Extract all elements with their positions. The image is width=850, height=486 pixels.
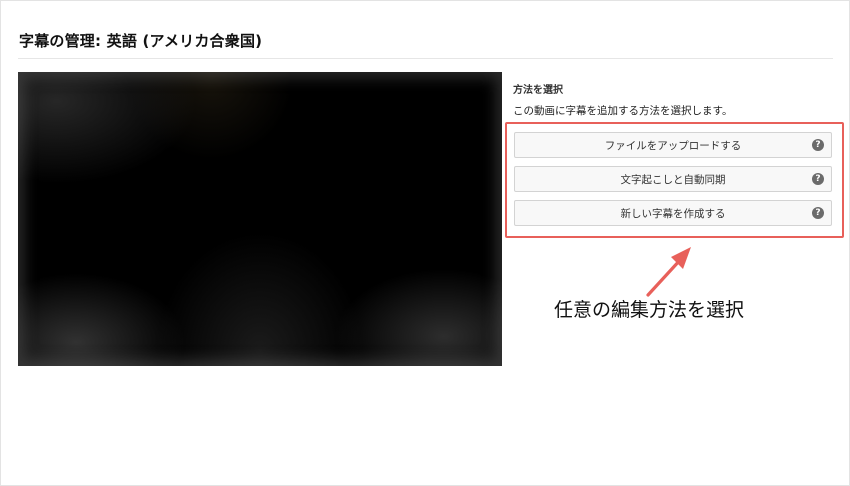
method-heading: 方法を選択 — [513, 85, 563, 96]
page-title: 字幕の管理: 英語 (アメリカ合衆国) — [19, 32, 263, 50]
transcribe-sync-label: 文字起こしと自動同期 — [620, 173, 726, 186]
title-divider — [18, 58, 833, 59]
annotation-arrow-icon — [646, 247, 691, 297]
create-subtitles-button[interactable]: 新しい字幕を作成する ? — [514, 200, 832, 226]
question-mark-icon[interactable]: ? — [812, 139, 824, 151]
transcribe-sync-button[interactable]: 文字起こしと自動同期 ? — [514, 166, 832, 192]
video-edge-shadow — [18, 72, 502, 366]
page-frame: 字幕の管理: 英語 (アメリカ合衆国) 方法を選択 この動画に字幕を追加する方法… — [0, 0, 850, 486]
question-mark-icon[interactable]: ? — [812, 173, 824, 185]
video-player[interactable] — [18, 72, 502, 366]
method-description: この動画に字幕を追加する方法を選択します。 — [513, 105, 733, 117]
create-subtitles-label: 新しい字幕を作成する — [620, 207, 726, 220]
annotation-text: 任意の編集方法を選択 — [554, 299, 745, 321]
question-mark-icon[interactable]: ? — [812, 207, 824, 219]
upload-file-label: ファイルをアップロードする — [604, 139, 742, 152]
upload-file-button[interactable]: ファイルをアップロードする ? — [514, 132, 832, 158]
